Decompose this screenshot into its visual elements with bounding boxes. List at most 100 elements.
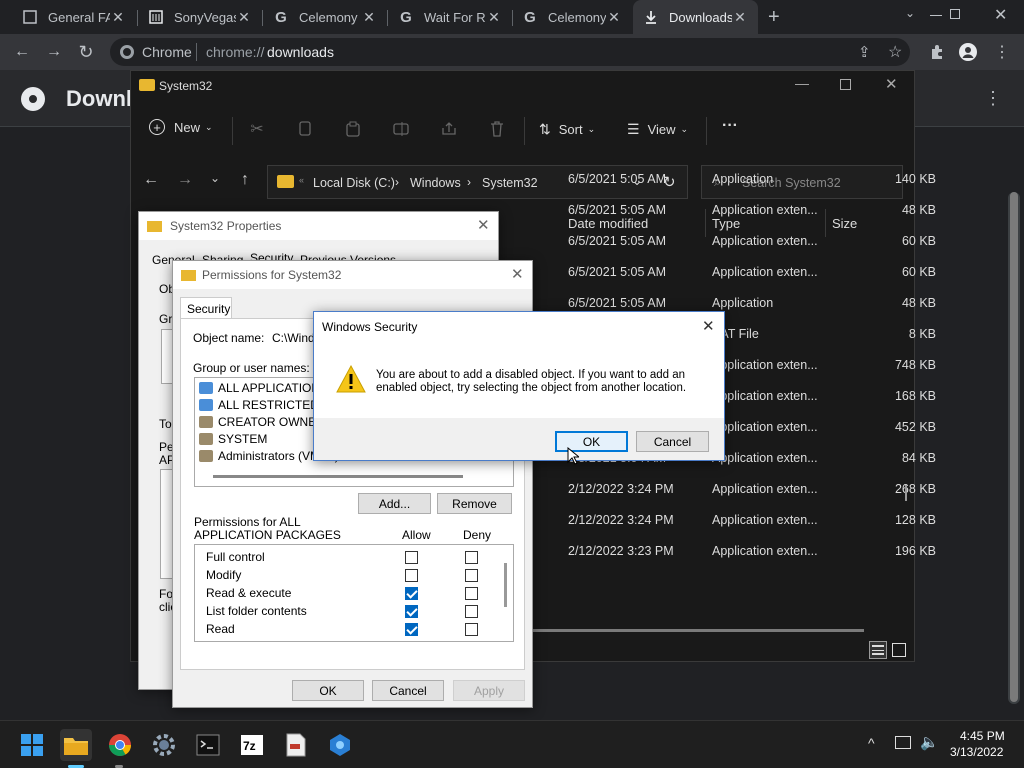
close-icon[interactable]: ✕ (486, 9, 502, 26)
allow-checkbox[interactable] (405, 551, 418, 564)
list-item[interactable]: SYSTEM (199, 431, 267, 447)
permission-name: List folder contents (206, 604, 307, 618)
cut-icon[interactable]: ✂ (247, 119, 267, 139)
kebab-menu-icon[interactable]: ⋮ (992, 42, 1012, 62)
network-app-icon[interactable] (324, 729, 356, 761)
table-row[interactable]: 2/12/2022 3:23 PM Application exten... 196… (561, 544, 936, 575)
deny-checkbox[interactable] (465, 587, 478, 600)
tab-sonyvegas[interactable]: SonyVegas ✕ (138, 0, 262, 34)
share-icon[interactable] (439, 119, 459, 139)
sort-button[interactable]: ⇅ Sort ⌄ (539, 121, 595, 138)
volume-icon[interactable]: 🔈 (920, 733, 939, 751)
forward-arrow-icon[interactable]: → (177, 171, 193, 189)
recent-chevron-icon[interactable]: ⌄ (209, 171, 221, 185)
add-button[interactable]: Add... (358, 493, 431, 514)
close-icon[interactable]: ✕ (606, 9, 622, 26)
profile-avatar-icon[interactable] (958, 42, 978, 62)
deny-checkbox[interactable] (465, 623, 478, 636)
table-row[interactable]: 6/5/2021 5:05 AM Application exten... 60 K… (561, 265, 936, 296)
breadcrumb-system32[interactable]: System32 (482, 176, 538, 190)
cancel-button[interactable]: Cancel (372, 680, 444, 701)
tray-chevron-icon[interactable]: ^ (868, 735, 875, 751)
bookmark-star-icon[interactable]: ☆ (888, 42, 902, 62)
close-button[interactable]: ✕ (702, 317, 715, 335)
extensions-icon[interactable] (927, 42, 947, 62)
restore-button[interactable] (950, 9, 960, 19)
copy-icon[interactable] (295, 119, 315, 139)
document-icon[interactable] (280, 729, 312, 761)
cancel-button[interactable]: Cancel (636, 431, 709, 452)
details-view-icon[interactable] (869, 641, 887, 659)
deny-checkbox[interactable] (465, 551, 478, 564)
table-row[interactable]: 2/12/2022 3:24 PM Application exten... 128… (561, 513, 936, 544)
reload-icon[interactable]: ↻ (76, 42, 96, 62)
remove-button[interactable]: Remove (437, 493, 512, 514)
allow-checkbox[interactable] (405, 605, 418, 618)
rename-icon[interactable] (391, 119, 411, 139)
omnibox[interactable]: Chrome chrome:// downloads ⇪ ☆ (110, 38, 910, 66)
chrome-icon[interactable] (104, 729, 136, 761)
tab-general-faq[interactable]: General FAQ ✕ (12, 0, 136, 34)
page-scrollbar[interactable] (1008, 192, 1020, 704)
tab-celemony-1[interactable]: G Celemony ✕ (263, 0, 387, 34)
up-arrow-icon[interactable]: ↑ (237, 171, 253, 189)
table-row[interactable]: 6/5/2021 5:05 AM Application exten... 48 K… (561, 203, 936, 234)
file-explorer-icon[interactable] (60, 729, 92, 761)
tab-search-chevron-icon[interactable]: ⌄ (905, 6, 915, 20)
allow-checkbox[interactable] (405, 569, 418, 582)
network-icon[interactable] (895, 736, 911, 749)
deny-checkbox[interactable] (465, 569, 478, 582)
more-options-button[interactable]: ··· (722, 117, 738, 135)
tab-wait-for[interactable]: G Wait For R ✕ (388, 0, 512, 34)
ok-button[interactable]: OK (555, 431, 628, 452)
back-arrow-icon[interactable]: ← (12, 42, 32, 62)
clock-date[interactable]: 3/13/2022 (950, 745, 1003, 759)
close-icon[interactable]: ✕ (361, 9, 377, 26)
kebab-menu-icon[interactable]: ⋮ (984, 88, 1002, 109)
breadcrumb-windows[interactable]: Windows (410, 176, 461, 190)
deny-checkbox[interactable] (465, 605, 478, 618)
terminal-icon[interactable] (192, 729, 224, 761)
table-row[interactable]: 6/5/2021 5:05 AM Application 140 KB (561, 172, 936, 203)
close-button[interactable]: ✕ (477, 216, 490, 234)
allow-checkbox[interactable] (405, 587, 418, 600)
maximize-button[interactable] (840, 79, 851, 90)
paste-icon[interactable] (343, 119, 363, 139)
tab-security[interactable]: Security (180, 297, 232, 319)
minimize-button[interactable]: — (795, 75, 809, 91)
7zip-icon[interactable]: 7z (236, 729, 268, 761)
close-icon[interactable]: ✕ (236, 9, 252, 26)
horizontal-scrollbar[interactable] (531, 629, 864, 632)
new-tab-button[interactable]: + (768, 6, 780, 29)
close-window-button[interactable]: ✕ (994, 5, 1007, 25)
back-arrow-icon[interactable]: ← (143, 171, 159, 189)
cell-type: Application exten... (712, 265, 818, 279)
minimize-button[interactable] (930, 15, 942, 16)
settings-icon[interactable] (148, 729, 180, 761)
close-button[interactable]: ✕ (511, 265, 524, 283)
close-icon[interactable]: ✕ (732, 9, 748, 26)
list-scrollbar[interactable] (905, 189, 908, 629)
forward-arrow-icon[interactable]: → (44, 42, 64, 62)
table-row[interactable]: 6/5/2021 5:05 AM Application exten... 60 K… (561, 234, 936, 265)
apply-button[interactable]: Apply (453, 680, 525, 701)
cell-size: 196 KB (894, 544, 936, 558)
start-icon[interactable] (16, 729, 48, 761)
clock-time[interactable]: 4:45 PM (960, 729, 1005, 743)
ok-button[interactable]: OK (292, 680, 364, 701)
delete-icon[interactable] (487, 119, 507, 139)
view-button[interactable]: ☰ View ⌄ (627, 121, 688, 138)
close-button[interactable]: ✕ (885, 75, 898, 93)
table-row[interactable]: 2/12/2022 3:24 PM Application exten... 268… (561, 482, 936, 513)
share-icon[interactable]: ⇪ (858, 43, 871, 61)
breadcrumb-chevron-icon: › (467, 175, 471, 189)
breadcrumb-local-disk[interactable]: Local Disk (C:) (313, 176, 395, 190)
tiles-view-icon[interactable] (892, 643, 906, 657)
tab-downloads[interactable]: Downloads ✕ (633, 0, 758, 34)
allow-checkbox[interactable] (405, 623, 418, 636)
list-item[interactable]: CREATOR OWNER (199, 414, 325, 430)
download-icon (643, 9, 659, 25)
tab-celemony-2[interactable]: G Celemony ✕ (512, 0, 632, 34)
new-button[interactable]: + New ⌄ (149, 119, 213, 135)
close-icon[interactable]: ✕ (110, 9, 126, 26)
